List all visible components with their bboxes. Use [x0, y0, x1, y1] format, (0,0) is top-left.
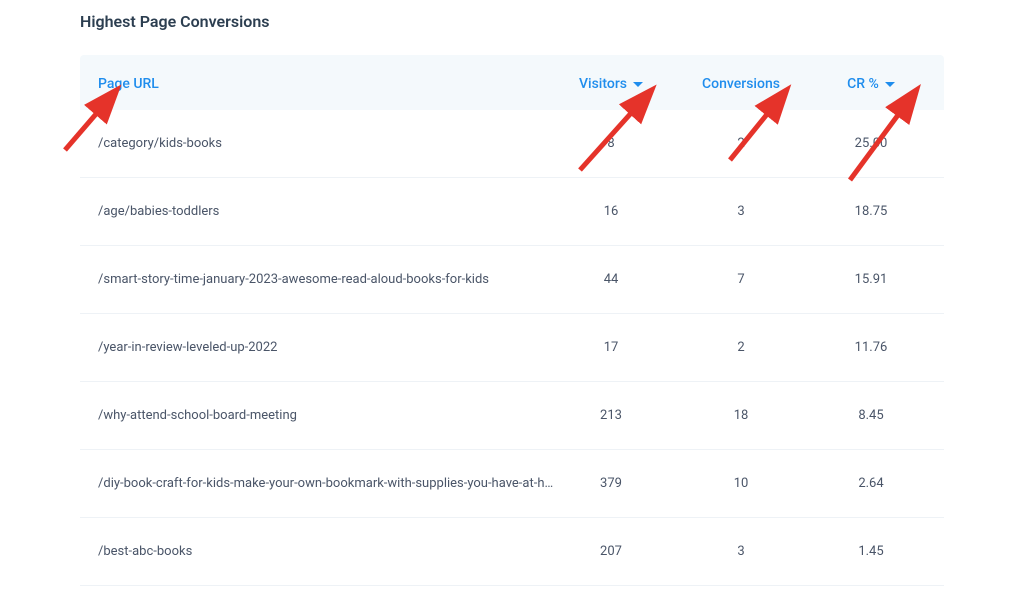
cell-conversions: 10: [666, 476, 816, 491]
column-header-page-url-label: Page URL: [98, 76, 159, 92]
cell-cr: 25.00: [816, 136, 926, 151]
cell-page-url: /diy-book-craft-for-kids-make-your-own-b…: [98, 476, 556, 491]
table-row[interactable]: /smart-story-time-january-2023-awesome-r…: [80, 246, 944, 314]
column-header-cr-label: CR %: [847, 76, 879, 92]
cell-visitors: 8: [556, 136, 666, 151]
cell-page-url: /age/babies-toddlers: [98, 204, 556, 219]
cell-visitors: 17: [556, 340, 666, 355]
cell-cr: 11.76: [816, 340, 926, 355]
cell-conversions: 7: [666, 272, 816, 287]
table-row[interactable]: /year-in-review-leveled-up-202217211.76: [80, 314, 944, 382]
cell-visitors: 379: [556, 476, 666, 491]
table-row[interactable]: /category/kids-books8225.00: [80, 110, 944, 178]
cell-cr: 15.91: [816, 272, 926, 287]
cell-conversions: 18: [666, 408, 816, 423]
cell-visitors: 207: [556, 544, 666, 559]
cell-cr: 18.75: [816, 204, 926, 219]
cell-page-url: /best-abc-books: [98, 544, 556, 559]
cell-page-url: /year-in-review-leveled-up-2022: [98, 340, 556, 355]
cell-cr: 8.45: [816, 408, 926, 423]
column-header-cr[interactable]: CR %: [847, 76, 895, 92]
column-header-page-url[interactable]: Page URL: [98, 76, 159, 92]
table-header-row: Page URL Visitors Conversions CR %: [80, 55, 944, 110]
cell-page-url: /smart-story-time-january-2023-awesome-r…: [98, 272, 556, 287]
column-header-visitors[interactable]: Visitors: [579, 76, 643, 92]
column-header-conversions[interactable]: Conversions: [702, 76, 780, 92]
table-body: /category/kids-books8225.00/age/babies-t…: [80, 110, 944, 586]
panel-title: Highest Page Conversions: [80, 12, 944, 31]
cell-conversions: 2: [666, 136, 816, 151]
table-row[interactable]: /diy-book-craft-for-kids-make-your-own-b…: [80, 450, 944, 518]
conversions-table: Page URL Visitors Conversions CR %: [80, 55, 944, 586]
page-conversions-panel: Highest Page Conversions Page URL Visito…: [0, 0, 1024, 586]
cell-cr: 2.64: [816, 476, 926, 491]
chevron-down-icon: [633, 82, 643, 87]
column-header-conversions-label: Conversions: [702, 76, 780, 92]
table-row[interactable]: /best-abc-books20731.45: [80, 518, 944, 586]
cell-visitors: 16: [556, 204, 666, 219]
chevron-down-icon: [885, 82, 895, 87]
table-row[interactable]: /why-attend-school-board-meeting213188.4…: [80, 382, 944, 450]
cell-conversions: 3: [666, 204, 816, 219]
cell-page-url: /why-attend-school-board-meeting: [98, 408, 556, 423]
table-row[interactable]: /age/babies-toddlers16318.75: [80, 178, 944, 246]
cell-cr: 1.45: [816, 544, 926, 559]
cell-page-url: /category/kids-books: [98, 136, 556, 151]
cell-visitors: 213: [556, 408, 666, 423]
cell-conversions: 2: [666, 340, 816, 355]
column-header-visitors-label: Visitors: [579, 76, 627, 92]
cell-visitors: 44: [556, 272, 666, 287]
cell-conversions: 3: [666, 544, 816, 559]
